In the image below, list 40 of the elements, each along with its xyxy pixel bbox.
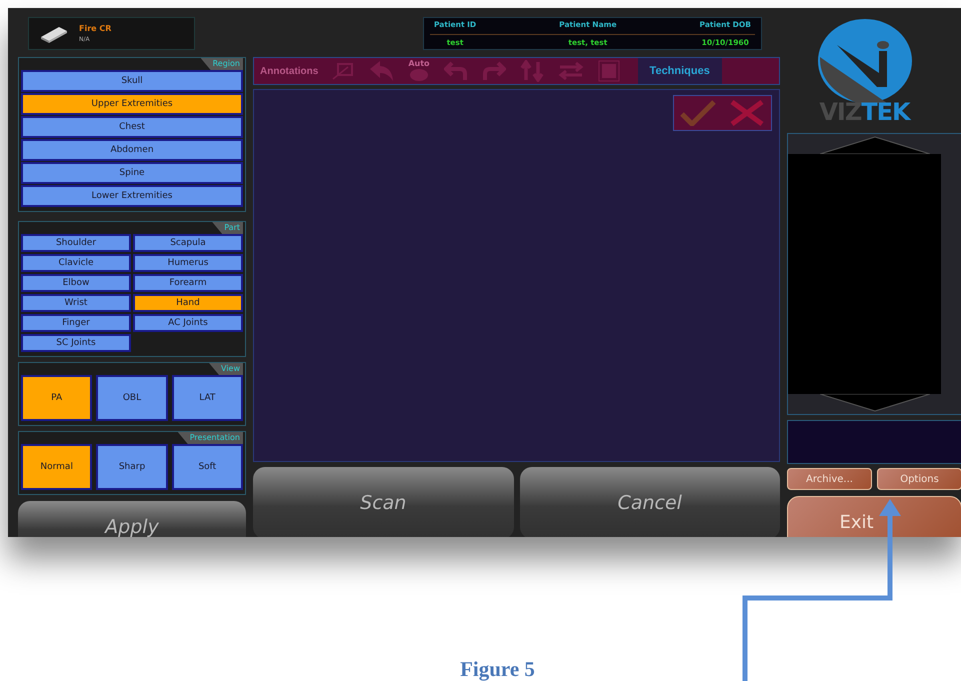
option-button[interactable]: Wrist [21,294,131,312]
panel-title: Part [212,222,243,234]
option-button[interactable]: AC Joints [133,314,243,332]
close-icon[interactable] [728,100,765,126]
panel-title: View [209,363,243,375]
device-name: Fire CR [79,24,112,33]
exit-button[interactable]: Exit [787,496,961,537]
option-button[interactable]: Hand [133,294,243,312]
option-button[interactable]: Sharp [96,444,168,490]
option-button[interactable]: Upper Extremities [21,93,243,115]
option-button[interactable]: Normal [21,444,92,490]
option-button[interactable]: Abdomen [21,139,243,161]
panel-title: Region [200,58,243,70]
option-button[interactable]: Clavicle [21,254,131,272]
toolbar-label: Annotations [260,66,318,76]
auto-label: Auto [408,60,430,68]
options-button[interactable]: Options [877,468,961,490]
option-button[interactable]: Elbow [21,274,131,292]
option-button[interactable]: PA [21,375,92,421]
option-button[interactable]: Chest [21,116,243,138]
scan-button[interactable]: Scan [253,467,514,537]
option-button[interactable]: Soft [172,444,243,490]
option-button[interactable]: Shoulder [21,234,131,252]
cassette-icon [39,24,69,42]
option-button[interactable]: Lower Extremities [21,185,243,207]
check-icon[interactable] [680,100,716,126]
option-button[interactable]: SC Joints [21,334,131,352]
option-button[interactable]: Finger [21,314,131,332]
archive-button[interactable]: Archive... [787,468,872,490]
cancel-button[interactable]: Cancel [520,467,780,537]
option-button[interactable]: Spine [21,162,243,184]
option-button[interactable]: LAT [172,375,243,421]
option-button[interactable]: Humerus [133,254,243,272]
apply-button[interactable]: Apply [18,501,246,537]
panel-title: Presentation [178,432,243,444]
option-button[interactable]: OBL [96,375,168,421]
option-button[interactable]: Forearm [133,274,243,292]
figure-caption: Figure 5 [460,657,535,681]
option-button[interactable]: Scapula [133,234,243,252]
option-button[interactable]: Skull [21,70,243,92]
